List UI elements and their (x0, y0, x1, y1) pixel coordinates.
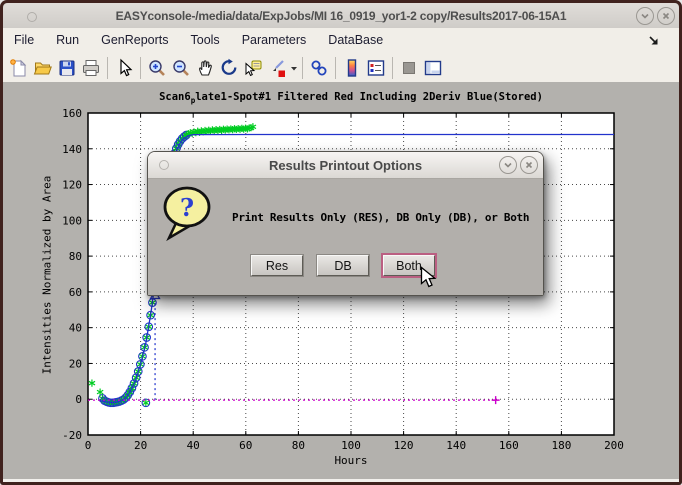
x-tick-label: 100 (341, 439, 361, 452)
menu-item-genreports[interactable]: GenReports (90, 28, 179, 53)
x-tick-label: 140 (446, 439, 466, 452)
dialog-shade-button[interactable] (499, 156, 517, 174)
print-figure-button[interactable] (79, 56, 103, 80)
menu-item-file[interactable]: File (3, 28, 45, 53)
menu-item-tools[interactable]: Tools (180, 28, 231, 53)
results-printout-dialog: Results Printout Options ? Print Results… (147, 151, 544, 296)
easyconsole-window: EASYconsole-/media/data/ExpJobs/MI 16_09… (0, 0, 682, 485)
dialog-button-res[interactable]: Res (251, 255, 303, 276)
new-file-button[interactable] (7, 56, 31, 80)
y-tick-label: 20 (69, 357, 82, 370)
insert-colorbar-button[interactable] (340, 56, 364, 80)
legend-icon (366, 58, 386, 78)
window-close-button[interactable] (657, 7, 675, 25)
y-tick-label: 80 (69, 250, 82, 263)
y-axis-label: Intensities Normalized by Area (41, 176, 54, 375)
menu-item-run[interactable]: Run (45, 28, 90, 53)
dialog-title: Results Printout Options (269, 158, 422, 173)
zoom-in-icon (147, 58, 167, 78)
link-plot-button[interactable] (307, 56, 331, 80)
y-tick-label: 0 (75, 393, 82, 406)
window-shade-button[interactable] (636, 7, 654, 25)
x-tick-label: 180 (551, 439, 571, 452)
dialog-button-db[interactable]: DB (317, 255, 369, 276)
link-icon (309, 58, 329, 78)
y-tick-label: -20 (62, 429, 82, 442)
x-tick-label: 40 (187, 439, 200, 452)
x-tick-label: 20 (134, 439, 147, 452)
x-tick-label: 80 (292, 439, 305, 452)
y-tick-label: 120 (62, 179, 82, 192)
window-titlebar[interactable]: EASYconsole-/media/data/ExpJobs/MI 16_09… (3, 3, 679, 29)
zoom-out-icon (171, 58, 191, 78)
pan-button[interactable] (193, 56, 217, 80)
dropdown-arrow-icon (290, 58, 298, 78)
close-icon (660, 10, 672, 22)
open-file-button[interactable] (31, 56, 55, 80)
brush-icon (267, 58, 287, 78)
plot-title: Scan6plate1-Spot#1 Filtered Red Includin… (88, 91, 614, 105)
y-tick-label: 60 (69, 286, 82, 299)
hand-icon (195, 58, 215, 78)
toolbar-separator (107, 57, 108, 79)
window-bottom-edge (3, 479, 679, 482)
rotate-3d-button[interactable] (217, 56, 241, 80)
window-title: EASYconsole-/media/data/ExpJobs/MI 16_09… (116, 9, 567, 23)
toolbar-separator (140, 57, 141, 79)
x-tick-label: 160 (499, 439, 519, 452)
y-tick-label: 40 (69, 322, 82, 335)
menu-item-parameters[interactable]: Parameters (231, 28, 318, 53)
brush-data-button[interactable] (265, 56, 289, 80)
chevron-down-icon (502, 159, 514, 171)
y-tick-label: 140 (62, 143, 82, 156)
rotate-icon (219, 58, 239, 78)
question-icon: ? (160, 183, 218, 243)
window-menu-icon[interactable] (27, 12, 37, 22)
save-icon (57, 58, 77, 78)
dialog-body: ? Print Results Only (RES), DB Only (DB)… (148, 179, 543, 295)
data-cursor-button[interactable] (241, 56, 265, 80)
hide-plot-tools-button[interactable] (397, 56, 421, 80)
menu-item-database[interactable]: DataBase (317, 28, 394, 53)
hide-plot-tools-icon (399, 58, 419, 78)
dialog-close-button[interactable] (520, 156, 538, 174)
zoom-out-button[interactable] (169, 56, 193, 80)
edit-plot-button[interactable] (112, 56, 136, 80)
show-plot-tools-button[interactable] (421, 56, 445, 80)
dock-figure-icon[interactable] (647, 34, 661, 48)
x-tick-label: 200 (604, 439, 624, 452)
y-tick-label: 160 (62, 107, 82, 120)
close-icon (523, 159, 535, 171)
toolbar-separator (302, 57, 303, 79)
x-axis-label: Hours (88, 454, 614, 467)
show-plot-tools-icon (423, 58, 443, 78)
printer-icon (81, 58, 101, 78)
data-cursor-icon (243, 58, 263, 78)
save-figure-button[interactable] (55, 56, 79, 80)
menu-bar: FileRunGenReportsToolsParametersDataBase (3, 28, 679, 54)
x-tick-label: 0 (85, 439, 92, 452)
dialog-message: Print Results Only (RES), DB Only (DB), … (232, 211, 529, 224)
colorbar-icon (342, 58, 362, 78)
dialog-window-menu-icon[interactable] (159, 160, 169, 170)
insert-legend-button[interactable] (364, 56, 388, 80)
svg-text:?: ? (180, 193, 194, 222)
brush-dropdown-button[interactable] (289, 56, 298, 80)
pointer-icon (114, 58, 134, 78)
toolbar-separator (392, 57, 393, 79)
y-tick-label: 100 (62, 214, 82, 227)
toolbar (3, 53, 679, 83)
zoom-in-button[interactable] (145, 56, 169, 80)
x-tick-label: 120 (394, 439, 414, 452)
x-tick-label: 60 (239, 439, 252, 452)
mouse-cursor-icon (420, 266, 437, 289)
open-folder-icon (33, 58, 53, 78)
dialog-titlebar[interactable]: Results Printout Options (148, 152, 543, 179)
new-file-icon (9, 58, 29, 78)
toolbar-separator (335, 57, 336, 79)
dialog-button-row: ResDBBoth (251, 255, 435, 276)
chevron-down-icon (639, 10, 651, 22)
